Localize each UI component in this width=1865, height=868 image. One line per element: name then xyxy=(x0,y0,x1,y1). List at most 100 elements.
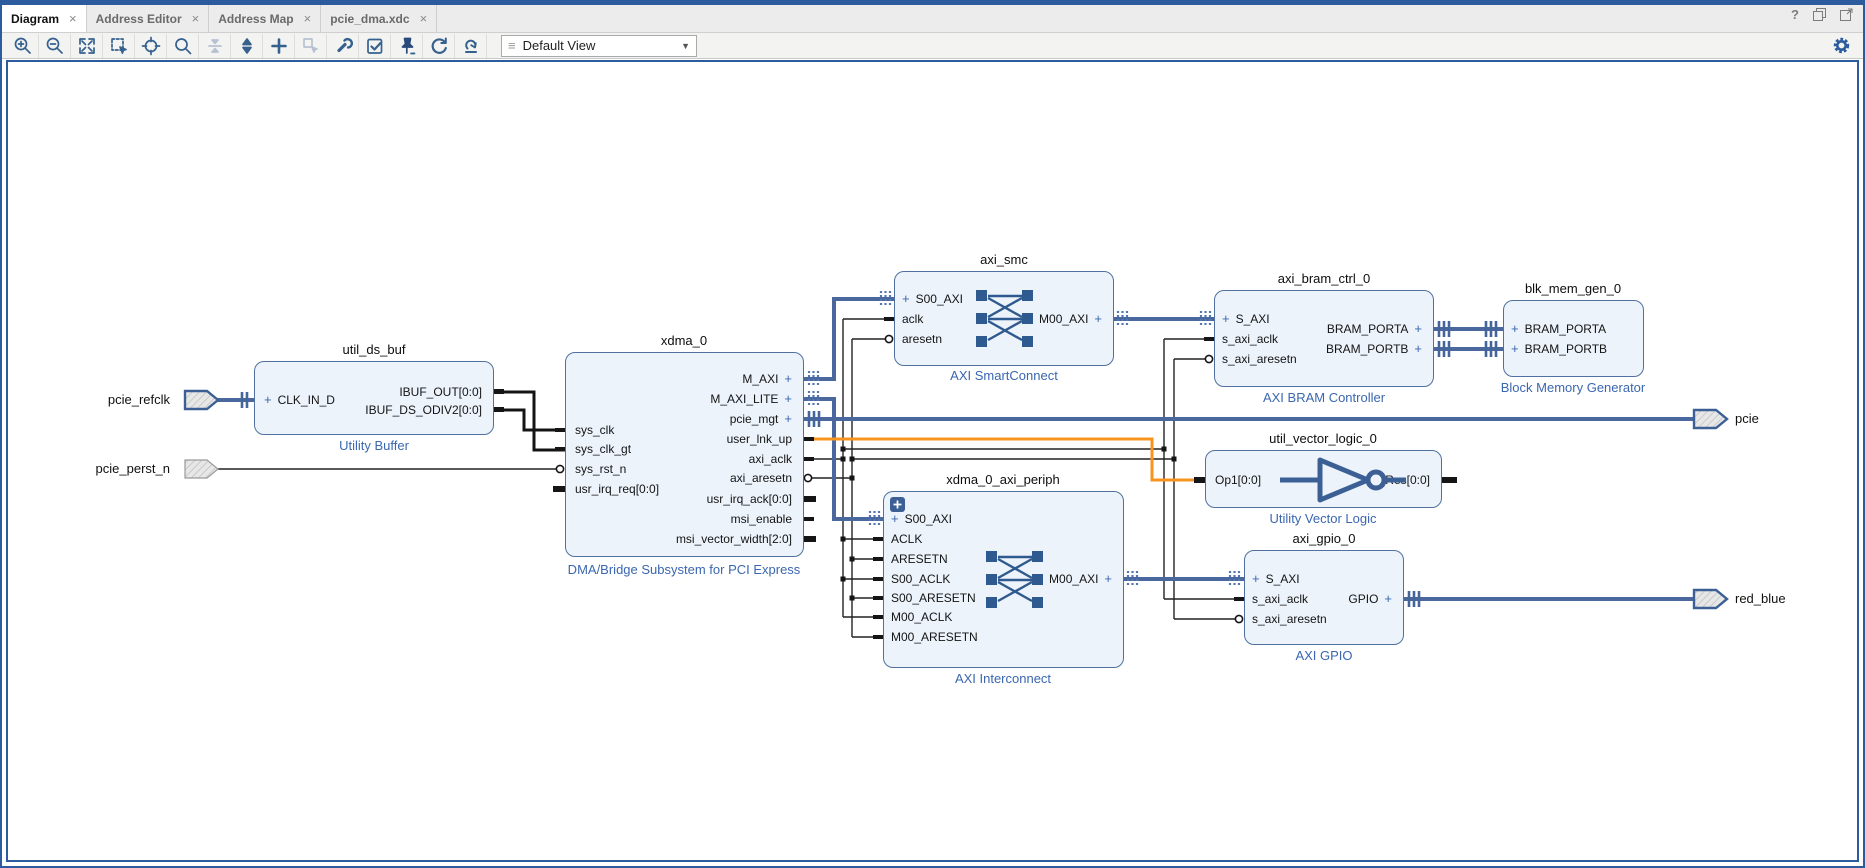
port-bram-porta[interactable]: +BRAM_PORTA xyxy=(1511,321,1606,337)
expand-port-icon[interactable]: + xyxy=(1094,311,1102,326)
port-m-axi[interactable]: M_AXI + xyxy=(742,371,792,387)
port-aclk[interactable]: ACLK xyxy=(891,531,922,547)
add-ip-icon[interactable] xyxy=(263,34,295,58)
expand-port-icon[interactable]: + xyxy=(902,291,910,306)
port-aresetn[interactable]: aresetn xyxy=(902,331,942,347)
port-pcie-mgt[interactable]: pcie_mgt+ xyxy=(730,411,792,427)
port-axi-aclk[interactable]: axi_aclk xyxy=(749,451,792,467)
external-label-red-blue: red_blue xyxy=(1735,590,1786,608)
tab-diagram[interactable]: Diagram × xyxy=(2,5,87,32)
expand-port-icon[interactable]: + xyxy=(1222,311,1230,326)
tab-diagram-close-icon[interactable]: × xyxy=(69,11,77,26)
port-label: msi_vector_width[2:0] xyxy=(676,532,792,546)
expand-port-icon[interactable]: + xyxy=(891,511,899,526)
port-label: msi_enable xyxy=(731,512,792,526)
block-subtitle: AXI BRAM Controller xyxy=(1263,390,1385,405)
tab-address-map-close-icon[interactable]: × xyxy=(304,11,312,26)
port-m00-aclk[interactable]: M00_ACLK xyxy=(891,609,952,625)
port-s00-aresetn[interactable]: S00_ARESETN xyxy=(891,590,976,606)
block-subtitle: Utility Buffer xyxy=(339,438,409,453)
expand-hierarchy-icon[interactable] xyxy=(231,34,263,58)
diagram-toolbar: ≡ Default View ▼ xyxy=(2,33,1863,59)
expand-port-icon[interactable]: + xyxy=(264,392,272,407)
port-msi-vector-width[interactable]: msi_vector_width[2:0] xyxy=(676,531,792,547)
expand-port-icon[interactable]: + xyxy=(784,391,792,406)
view-selector-dropdown[interactable]: ≡ Default View ▼ xyxy=(501,35,697,57)
tab-address-editor[interactable]: Address Editor × xyxy=(87,5,210,32)
block-subtitle: AXI SmartConnect xyxy=(950,368,1058,383)
expand-block-icon[interactable] xyxy=(890,497,905,512)
port-clk-in-d[interactable]: +CLK_IN_D xyxy=(264,392,335,408)
zoom-in-icon[interactable] xyxy=(7,34,39,58)
port-m00-axi[interactable]: M00_AXI+ xyxy=(1049,571,1112,587)
port-m00-axi[interactable]: M00_AXI + xyxy=(1039,311,1102,327)
tab-address-editor-close-icon[interactable]: × xyxy=(192,11,200,26)
expand-port-icon[interactable]: + xyxy=(1511,341,1519,356)
collapse-hierarchy-icon xyxy=(199,34,231,58)
expand-port-icon[interactable]: + xyxy=(784,371,792,386)
port-s00-axi[interactable]: +S00_AXI xyxy=(902,291,963,307)
port-axi-aresetn[interactable]: axi_aresetn xyxy=(730,470,792,486)
expand-port-icon[interactable]: + xyxy=(1252,571,1260,586)
port-bram-portb[interactable]: +BRAM_PORTB xyxy=(1511,341,1607,357)
port-sys-rst-n[interactable]: sys_rst_n xyxy=(575,461,626,477)
zoom-out-icon[interactable] xyxy=(39,34,71,58)
port-label: BRAM_PORTB xyxy=(1326,342,1408,356)
port-s-axi-aclk[interactable]: s_axi_aclk xyxy=(1252,591,1308,607)
regenerate-layout-icon[interactable] xyxy=(423,34,455,58)
diagram-canvas[interactable] xyxy=(6,60,1859,862)
port-m00-aresetn[interactable]: M00_ARESETN xyxy=(891,629,978,645)
expand-port-icon[interactable]: + xyxy=(784,411,792,426)
zoom-area-icon[interactable] xyxy=(103,34,135,58)
crossbar-icon xyxy=(976,290,1034,353)
settings-gear-icon[interactable] xyxy=(1828,33,1854,57)
tab-pcie-dma-xdc[interactable]: pcie_dma.xdc × xyxy=(321,5,437,32)
port-s-axi-aresetn[interactable]: s_axi_aresetn xyxy=(1252,611,1327,627)
autofit-icon[interactable] xyxy=(135,34,167,58)
help-icon[interactable]: ? xyxy=(1791,7,1799,22)
reroute-icon[interactable] xyxy=(455,34,487,58)
port-gpio[interactable]: GPIO+ xyxy=(1348,591,1392,607)
pin-icon[interactable] xyxy=(391,34,423,58)
port-bram-porta[interactable]: BRAM_PORTA + xyxy=(1327,321,1422,337)
port-usr-irq-ack[interactable]: usr_irq_ack[0:0] xyxy=(707,491,792,507)
port-s-axi-aclk[interactable]: s_axi_aclk xyxy=(1222,331,1278,347)
port-label: M00_AXI xyxy=(1039,312,1088,326)
port-label: axi_aclk xyxy=(749,452,792,466)
maximize-icon[interactable] xyxy=(1840,8,1853,21)
port-s-axi[interactable]: +S_AXI xyxy=(1252,571,1300,587)
port-s00-aclk[interactable]: S00_ACLK xyxy=(891,571,950,587)
search-icon[interactable] xyxy=(167,34,199,58)
port-ibuf-out[interactable]: IBUF_OUT[0:0] xyxy=(399,384,482,400)
port-usr-irq-req[interactable]: usr_irq_req[0:0] xyxy=(575,481,659,497)
port-ibuf-ds-odiv2[interactable]: IBUF_DS_ODIV2[0:0] xyxy=(365,402,482,418)
port-user-lnk-up[interactable]: user_lnk_up xyxy=(727,431,792,447)
float-window-icon[interactable] xyxy=(1813,8,1826,21)
port-bram-portb[interactable]: BRAM_PORTB + xyxy=(1326,341,1422,357)
not-gate-icon xyxy=(1280,452,1420,513)
port-s-axi-aresetn[interactable]: s_axi_aresetn xyxy=(1222,351,1297,367)
block-blk-mem-gen-0[interactable] xyxy=(1503,300,1644,377)
port-op1[interactable]: Op1[0:0] xyxy=(1215,472,1261,488)
tab-pcie-dma-xdc-close-icon[interactable]: × xyxy=(420,11,428,26)
zoom-fit-icon[interactable] xyxy=(71,34,103,58)
port-sys-clk-gt[interactable]: sys_clk_gt xyxy=(575,441,631,457)
port-s-axi[interactable]: +S_AXI xyxy=(1222,311,1270,327)
chevron-down-icon: ▼ xyxy=(681,41,690,51)
port-m-axi-lite[interactable]: M_AXI_LITE+ xyxy=(710,391,792,407)
port-label: BRAM_PORTA xyxy=(1327,322,1409,336)
port-label: M_AXI xyxy=(742,372,778,386)
port-sys-clk[interactable]: sys_clk xyxy=(575,422,614,438)
expand-port-icon[interactable]: + xyxy=(1384,591,1392,606)
port-aclk[interactable]: aclk xyxy=(902,311,923,327)
port-aresetn[interactable]: ARESETN xyxy=(891,551,948,567)
expand-port-icon[interactable]: + xyxy=(1511,321,1519,336)
expand-port-icon[interactable]: + xyxy=(1414,321,1422,336)
port-s00-axi[interactable]: +S00_AXI xyxy=(891,511,952,527)
customize-wrench-icon[interactable] xyxy=(327,34,359,58)
tab-address-map[interactable]: Address Map × xyxy=(209,5,321,32)
expand-port-icon[interactable]: + xyxy=(1104,571,1112,586)
port-msi-enable[interactable]: msi_enable xyxy=(731,511,792,527)
validate-design-icon[interactable] xyxy=(359,34,391,58)
expand-port-icon[interactable]: + xyxy=(1414,341,1422,356)
